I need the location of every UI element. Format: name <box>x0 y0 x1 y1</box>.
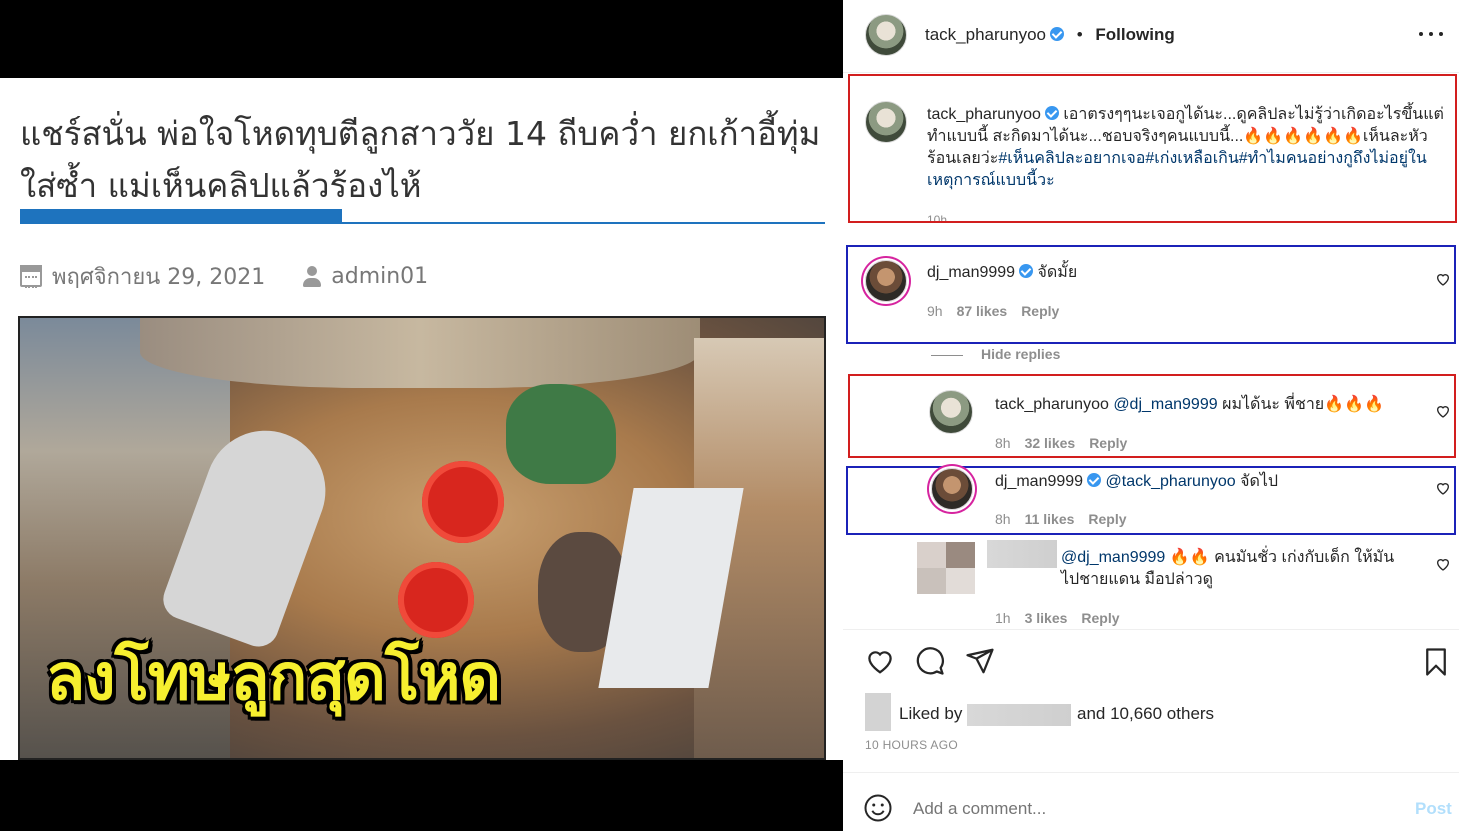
post-timestamp[interactable]: 10 HOURS AGO <box>865 738 958 752</box>
likes-count[interactable]: and 10,660 others <box>1077 703 1214 725</box>
reply-mention[interactable]: @tack_pharunyoo <box>1106 473 1236 490</box>
reply-likes[interactable]: 3 likes <box>1025 610 1068 626</box>
caption-hashtags[interactable]: #เห็นคลิปละอยากเจอ#เก่งเหลือเกิน#ทำไมคนอ… <box>927 150 1427 189</box>
verified-icon <box>1044 106 1059 120</box>
reply-like-icon[interactable] <box>1435 556 1451 572</box>
post-caption: tack_pharunyoo เอาตรงๆๆนะเจอกูได้นะ...ดู… <box>927 104 1447 192</box>
comment-divider <box>843 772 1459 773</box>
post-header: tack_pharunyoo • Following <box>925 24 1175 46</box>
highlight-box-comment-1 <box>846 245 1456 344</box>
post-media: แชร์สนั่น พ่อใจโหดทุบตีลูกสาววัย 14 ถีบค… <box>0 0 843 831</box>
comment-time: 9h <box>927 303 943 319</box>
likes-summary: Liked by <box>899 703 962 725</box>
post-comment-button[interactable]: Post <box>1415 799 1452 819</box>
smiley-icon[interactable] <box>863 793 893 823</box>
following-button[interactable]: Following <box>1095 25 1174 44</box>
calendar-icon <box>20 265 42 288</box>
article-meta: พฤศจิกายน 29, 2021 admin01 <box>20 258 428 294</box>
reply-button[interactable]: Reply <box>1021 303 1059 319</box>
author-avatar[interactable] <box>865 14 907 56</box>
cctv-image: ลงโทษลูกสุดโหด <box>18 316 826 760</box>
caption-emojis: 🔥🔥🔥🔥🔥🔥 <box>1243 128 1363 145</box>
add-comment-input[interactable] <box>913 796 1373 822</box>
reply-username[interactable]: tack_pharunyoo <box>995 396 1109 413</box>
reply-2-meta: 8h 11 likes Reply <box>995 511 1141 527</box>
hide-replies-line <box>931 355 963 356</box>
share-icon[interactable] <box>965 646 995 676</box>
header-divider <box>843 72 1459 73</box>
liker-name-blurred[interactable] <box>967 704 1071 726</box>
article-date: พฤศจิกายน 29, 2021 <box>52 264 266 290</box>
comment-1-meta: 9h 87 likes Reply <box>927 303 1073 319</box>
liker-avatar-blurred[interactable] <box>865 693 891 731</box>
reply-mention[interactable]: @dj_man9999 <box>1061 549 1165 566</box>
comment-like-icon[interactable] <box>1435 271 1451 287</box>
reply-2: dj_man9999 @tack_pharunyoo จัดไป <box>995 471 1415 493</box>
blurred-avatar[interactable] <box>917 542 975 594</box>
reply-like-icon[interactable] <box>1435 480 1451 496</box>
reply-3: @dj_man9999 🔥🔥 คนมันชั่ว เก่งกับเด็ก ให้… <box>1061 547 1411 591</box>
reply-1: tack_pharunyoo @dj_man9999 ผมได้นะ พี่ชา… <box>995 394 1415 416</box>
post-sidebar: tack_pharunyoo • Following tack_pharunyo… <box>843 0 1459 831</box>
image-caption: ลงโทษลูกสุดโหด <box>46 641 501 715</box>
reply-text: ผมได้นะ พี่ชาย <box>1222 396 1325 413</box>
comment-1: dj_man9999 จัดมั้ย <box>927 262 1407 284</box>
reply-button[interactable]: Reply <box>1089 435 1127 451</box>
reply-emojis: 🔥🔥🔥 <box>1324 396 1384 413</box>
reply-likes[interactable]: 11 likes <box>1025 511 1075 527</box>
likes-prefix: Liked by <box>899 704 963 723</box>
blurred-username[interactable] <box>987 540 1057 568</box>
article-screenshot: แชร์สนั่น พ่อใจโหดทุบตีลูกสาววัย 14 ถีบค… <box>0 78 843 760</box>
reply-3-meta: 1h 3 likes Reply <box>995 610 1134 626</box>
reply-1-meta: 8h 32 likes Reply <box>995 435 1141 451</box>
header-separator: • <box>1076 25 1083 44</box>
comment-text: จัดมั้ย <box>1037 264 1078 281</box>
caption-avatar[interactable] <box>865 101 907 143</box>
reply-like-icon[interactable] <box>1435 403 1451 419</box>
actions-divider <box>843 629 1459 630</box>
comment-username[interactable]: dj_man9999 <box>927 264 1015 281</box>
reply-time: 1h <box>995 610 1011 626</box>
more-horizontal-icon[interactable] <box>1419 32 1443 38</box>
verified-icon <box>1049 27 1064 41</box>
commenter-avatar[interactable] <box>865 260 907 302</box>
caption-username[interactable]: tack_pharunyoo <box>927 106 1041 123</box>
user-icon <box>303 265 322 287</box>
verified-icon <box>1087 473 1102 487</box>
author-username[interactable]: tack_pharunyoo <box>925 25 1046 44</box>
reply-username[interactable]: dj_man9999 <box>995 473 1083 490</box>
bookmark-icon[interactable] <box>1421 646 1451 678</box>
reply-time: 8h <box>995 511 1011 527</box>
heart-icon[interactable] <box>865 646 895 676</box>
verified-icon <box>1019 264 1034 278</box>
article-headline: แชร์สนั่น พ่อใจโหดทุบตีลูกสาววัย 14 ถีบค… <box>20 114 821 205</box>
reply-button[interactable]: Reply <box>1081 610 1119 626</box>
reply-avatar[interactable] <box>931 468 973 510</box>
reply-button[interactable]: Reply <box>1088 511 1126 527</box>
hide-replies-button[interactable]: Hide replies <box>981 346 1060 362</box>
reply-time: 8h <box>995 435 1011 451</box>
reply-likes[interactable]: 32 likes <box>1025 435 1076 451</box>
comment-likes[interactable]: 87 likes <box>957 303 1008 319</box>
reply-text: จัดไป <box>1240 473 1279 490</box>
reply-avatar[interactable] <box>929 390 973 434</box>
article-author: admin01 <box>331 263 429 289</box>
comment-icon[interactable] <box>915 646 945 676</box>
headline-underline <box>20 209 825 225</box>
reply-mention[interactable]: @dj_man9999 <box>1113 396 1217 413</box>
caption-time: 10h <box>927 213 948 221</box>
reply-emojis: 🔥🔥 <box>1169 549 1210 566</box>
